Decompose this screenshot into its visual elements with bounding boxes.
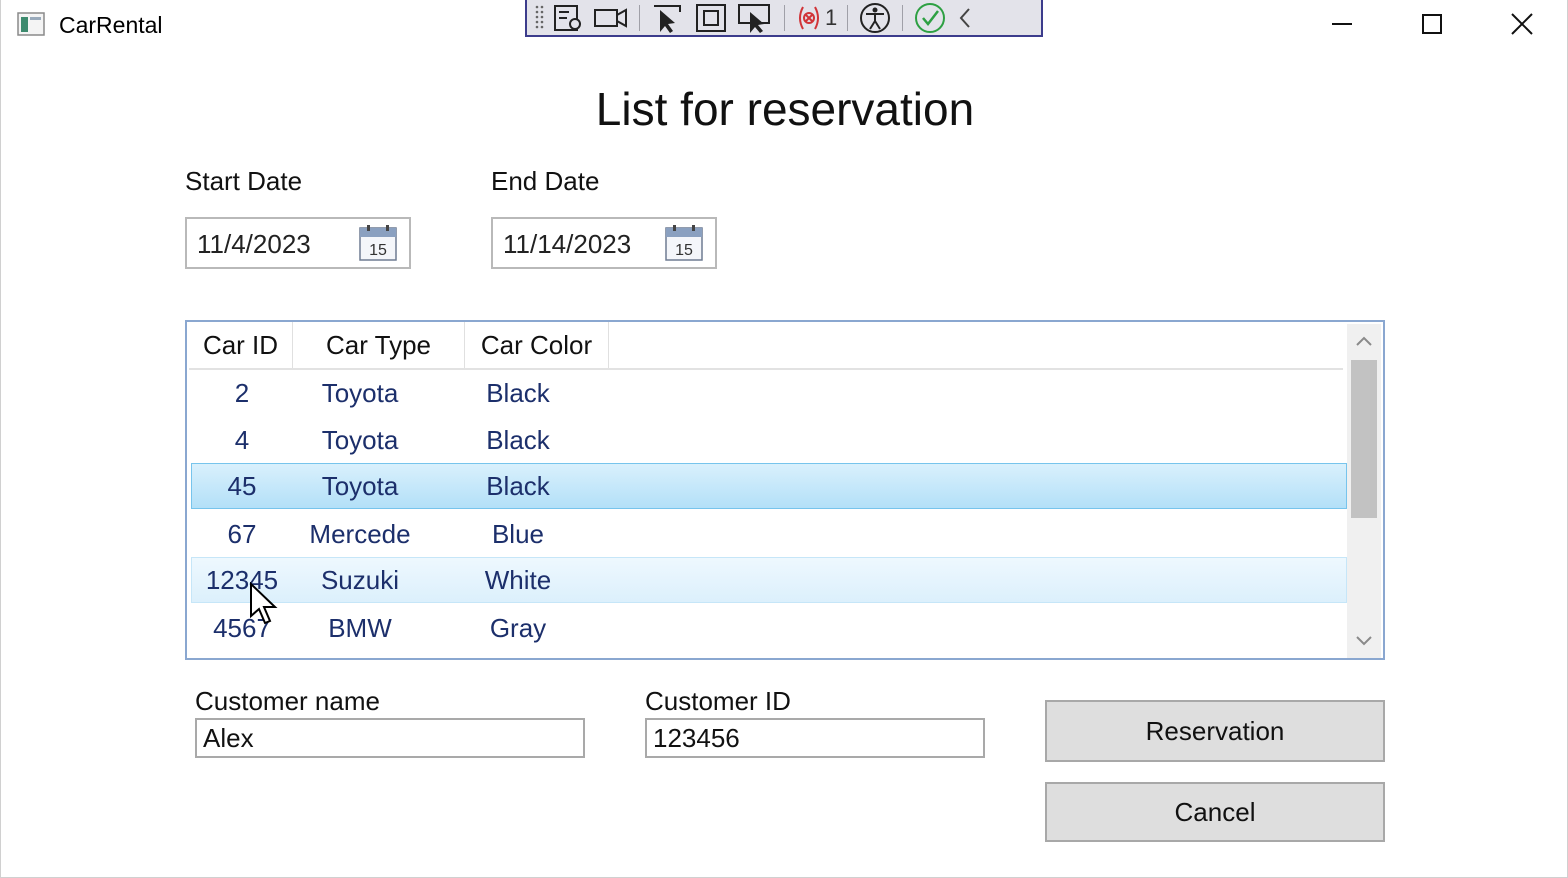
calendar-day-text: 15 [675,242,693,259]
chevron-down-icon [1356,636,1372,646]
scrollbar-thumb[interactable] [1351,360,1377,518]
debug-toolbar: 1 [525,0,1043,37]
binding-failures-icon [799,6,819,29]
start-date-value[interactable]: 11/4/2023 [197,229,311,260]
car-type-cell: BMW [328,612,392,643]
grip-icon[interactable] [533,3,547,33]
minimize-icon [1332,23,1352,25]
car-id-cell: 4 [234,424,250,455]
select-element-button[interactable] [551,1,585,35]
calendar-icon[interactable]: 15 [359,224,397,262]
scroll-down-button[interactable] [1347,624,1381,658]
accessibility-button[interactable] [858,1,892,35]
scroll-up-button[interactable] [1347,324,1381,358]
car-color-cell: Blue [491,518,545,549]
car-id-cell: 2 [234,377,250,408]
start-date-label: Start Date [185,166,303,196]
car-id-cell: 67 [227,518,257,549]
binding-failures-button[interactable]: 1 [795,1,837,35]
customer-name-label: Customer name [195,686,380,716]
car-type-cell: Toyota [321,470,399,501]
car-color-cell: Black [486,424,550,455]
pointer-select-icon [654,4,681,33]
hot-reload-status-button[interactable] [913,1,947,35]
accessibility-icon [860,2,891,33]
list-header: Car ID Car Type Car Color [189,322,1343,370]
table-row[interactable]: 67 Mercede Blue [191,511,1347,557]
binding-failure-count: 1 [825,4,838,30]
toolbar-separator [784,4,785,31]
calendar-icon[interactable]: 15 [665,224,703,262]
record-button[interactable] [593,1,629,35]
table-row-hovered[interactable]: 12345 Suzuki White [191,557,1347,603]
select-element-icon [554,4,581,31]
hot-reload-ok-icon [915,2,946,33]
pointer-select-button[interactable] [650,1,686,35]
car-color-cell: Black [486,470,550,501]
collapse-toolbar-icon [959,7,970,28]
column-header-car-type[interactable]: Car Type [293,322,465,368]
car-rental-window: CarRental 1 List for reservation Start D… [0,0,1568,878]
close-button[interactable] [1477,0,1567,48]
page-title: List for reservation [595,83,975,135]
chevron-up-icon [1356,336,1372,346]
reservation-button[interactable]: Reservation [1045,700,1385,762]
app-icon [17,12,45,36]
track-focus-button[interactable] [736,1,774,35]
car-type-cell: Mercede [309,518,411,549]
maximize-button[interactable] [1387,0,1477,48]
customer-id-label: Customer ID [645,686,791,716]
car-type-cell: Toyota [321,377,399,408]
end-date-label: End Date [491,166,600,196]
column-header-car-color[interactable]: Car Color [465,322,609,368]
toolbar-separator [639,4,640,31]
car-id-cell: 45 [227,470,257,501]
car-color-cell: Black [486,377,550,408]
calendar-day-text: 15 [369,242,387,259]
car-color-cell: Gray [489,612,547,643]
end-date-value[interactable]: 11/14/2023 [503,229,631,260]
customer-name-input[interactable] [195,718,585,758]
display-layout-adorners-button[interactable] [694,1,728,35]
car-type-cell: Toyota [321,424,399,455]
window-title: CarRental [59,12,163,38]
car-list[interactable]: Car ID Car Type Car Color 2 Toyota Black… [185,320,1385,660]
record-icon [594,7,627,28]
table-row[interactable]: 4 Toyota Black [191,417,1347,463]
close-icon [1511,13,1533,35]
table-row[interactable]: 4567 BMW Gray [191,605,1347,651]
maximize-icon [1422,14,1442,34]
display-layout-adorners-icon [696,3,726,32]
collapse-toolbar-button[interactable] [955,1,975,35]
toolbar-separator [847,4,849,31]
start-date-picker[interactable]: 11/4/2023 15 [185,217,411,269]
toolbar-separator [902,4,904,31]
end-date-picker[interactable]: 11/14/2023 15 [491,217,717,269]
minimize-button[interactable] [1297,0,1387,48]
cancel-button[interactable]: Cancel [1045,782,1385,842]
vertical-scrollbar[interactable] [1347,324,1381,658]
car-color-cell: White [484,564,552,595]
table-row-selected[interactable]: 45 Toyota Black [191,463,1347,509]
mouse-cursor-icon [250,582,278,625]
customer-id-input[interactable] [645,718,985,758]
table-row[interactable]: 2 Toyota Black [191,370,1347,416]
track-focus-icon [738,3,770,33]
car-type-cell: Suzuki [320,564,400,595]
column-header-car-id[interactable]: Car ID [189,322,293,368]
